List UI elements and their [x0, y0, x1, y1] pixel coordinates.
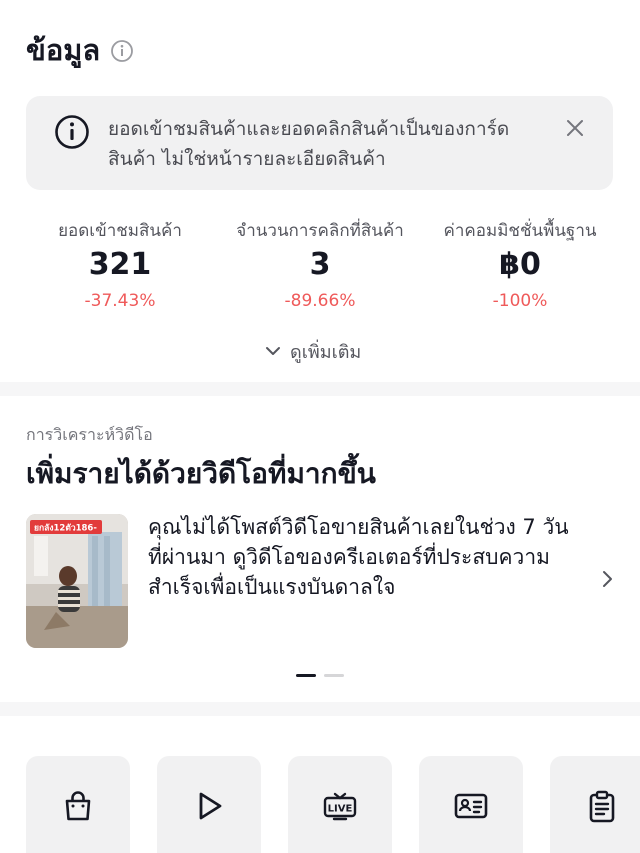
stat-label: ค่าคอมมิชชั่นพื้นฐาน [443, 221, 597, 241]
video-suggestion-card[interactable]: ยกลัง12ตัว186- คุณไม่ได้โพสต์วิดีโอขายสิ… [26, 514, 626, 650]
analysis-title: เพิ่มรายได้ด้วยวิดีโอที่มากขึ้น [26, 457, 376, 490]
stats-row: ยอดเข้าชมสินค้า 321 -37.43% จำนวนการคลิก… [0, 216, 640, 316]
stat-change: -100% [492, 291, 548, 311]
stat-product-clicks: จำนวนการคลิกที่สินค้า 3 -89.66% [220, 216, 420, 316]
chevron-down-icon [266, 347, 280, 355]
see-more-button[interactable]: ดูเพิ่มเติม [262, 336, 361, 366]
pager-dot[interactable] [324, 674, 344, 677]
tile-live[interactable]: LIVE [288, 756, 392, 853]
tile-products[interactable] [26, 756, 130, 853]
svg-text:LIVE: LIVE [328, 804, 353, 815]
clipboard-icon [589, 790, 615, 823]
stat-change: -37.43% [84, 291, 156, 311]
tile-videos[interactable] [157, 756, 261, 853]
stat-value: 321 [88, 247, 152, 282]
see-more-label: ดูเพิ่มเติม [290, 341, 362, 363]
stat-value: ฿0 [499, 247, 541, 282]
stat-change: -89.66% [284, 291, 356, 311]
notice-banner: ยอดเข้าชมสินค้าและยอดคลิกสินค้าเป็นของกา… [26, 96, 613, 190]
pager-dot-active[interactable] [296, 674, 316, 677]
live-icon: LIVE [323, 792, 357, 821]
notice-text: ยอดเข้าชมสินค้าและยอดคลิกสินค้าเป็นของกา… [108, 118, 510, 170]
analysis-kicker: การวิเคราะห์วิดีโอ [26, 425, 153, 444]
stat-label: ยอดเข้าชมสินค้า [58, 221, 182, 241]
info-icon[interactable] [110, 39, 134, 63]
play-icon [199, 792, 222, 820]
id-card-icon [454, 793, 488, 819]
close-icon[interactable] [563, 116, 587, 140]
stat-product-views: ยอดเข้าชมสินค้า 321 -37.43% [20, 216, 220, 316]
stat-label: จำนวนการคลิกที่สินค้า [236, 221, 404, 241]
chevron-right-icon[interactable] [596, 568, 618, 590]
shopping-bag-icon [65, 791, 91, 821]
tool-tiles: LIVE [26, 756, 640, 853]
carousel-pager [296, 674, 344, 677]
section-divider [0, 382, 640, 396]
tile-profile[interactable] [419, 756, 523, 853]
section-title: ข้อมูล [26, 33, 101, 67]
stat-value: 3 [309, 247, 331, 282]
thumbnail-badge: ยกลัง12ตัว186- [34, 523, 97, 534]
section-divider [0, 702, 640, 716]
stat-base-commission: ค่าคอมมิชชั่นพื้นฐาน ฿0 -100% [420, 216, 620, 316]
video-thumbnail: ยกลัง12ตัว186- [26, 514, 128, 648]
info-circle-icon [55, 115, 89, 149]
card-text: คุณไม่ได้โพสต์วิดีโอขายสินค้าเลยในช่วง 7… [148, 515, 569, 599]
section-header: ข้อมูล [26, 28, 134, 72]
tile-orders[interactable] [550, 756, 640, 853]
